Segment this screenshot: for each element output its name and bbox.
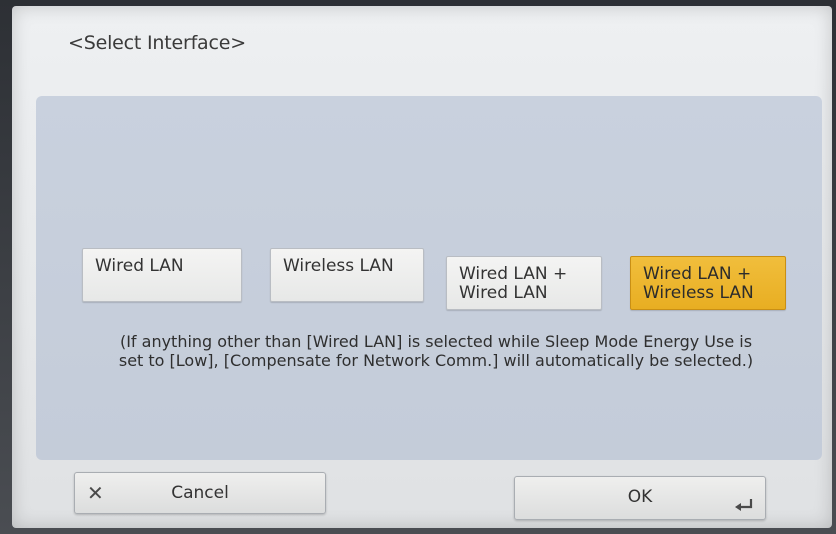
options-panel: Wired LAN Wireless LAN Wired LAN + Wired… [36,96,822,460]
info-note-line1: (If anything other than [Wired LAN] is s… [119,332,753,351]
touch-screen: <Select Interface> Wired LAN Wireless LA… [12,6,832,528]
info-note: (If anything other than [Wired LAN] is s… [96,332,776,370]
option-label: Wireless LAN [283,256,394,276]
dialog-title: <Select Interface> [68,32,246,54]
device-frame: <Select Interface> Wired LAN Wireless LA… [0,0,836,534]
option-label-line2: Wired LAN [459,283,548,303]
option-label-line2: Wireless LAN [643,283,754,303]
cancel-button[interactable]: ✕ Cancel [74,472,326,514]
option-wired-lan-plus-wired-lan[interactable]: Wired LAN + Wired LAN [446,256,602,310]
option-wired-lan[interactable]: Wired LAN [82,248,242,302]
cancel-button-label: Cancel [171,483,229,503]
option-label: Wired LAN [95,256,184,276]
ok-button[interactable]: OK [514,476,766,520]
info-note-line2: set to [Low], [Compensate for Network Co… [118,351,754,370]
option-label-line1: Wired LAN + [643,264,752,284]
enter-icon [735,499,753,511]
option-wireless-lan[interactable]: Wireless LAN [270,248,424,302]
option-label-line1: Wired LAN + [459,264,568,284]
option-wired-lan-plus-wireless-lan[interactable]: Wired LAN + Wireless LAN [630,256,786,310]
ok-button-label: OK [627,487,653,507]
